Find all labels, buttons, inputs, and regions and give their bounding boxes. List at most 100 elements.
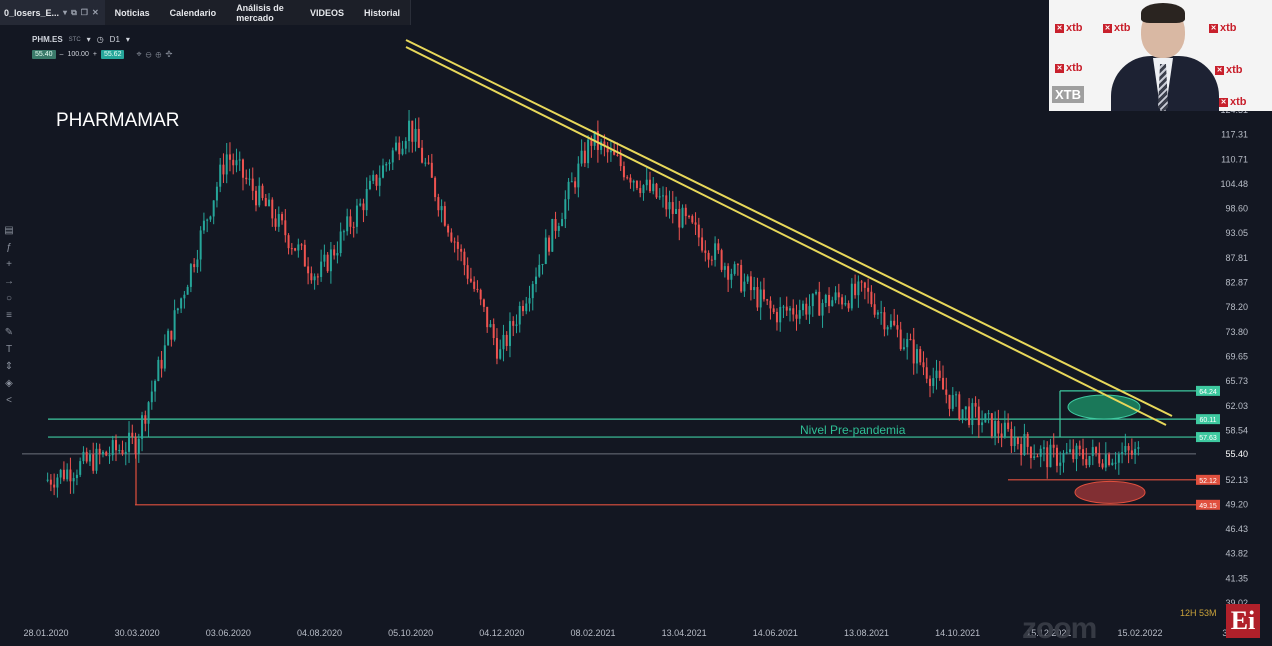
- candle-body: [847, 303, 850, 309]
- candle-body: [359, 203, 362, 206]
- candle-body: [821, 303, 824, 316]
- y-tick-label: 93.05: [1225, 228, 1248, 238]
- x-tick-label: 04.08.2020: [297, 628, 342, 638]
- candle-body: [759, 289, 762, 308]
- candle-body: [228, 154, 231, 160]
- candle-body: [1065, 452, 1068, 454]
- candle-body: [990, 413, 993, 437]
- candle-body: [854, 283, 857, 296]
- candle-body: [707, 252, 710, 260]
- candle-body: [815, 291, 818, 294]
- x-tick-label: 15.02.2022: [1117, 628, 1162, 638]
- candle-body: [857, 281, 860, 296]
- y-tick-label: 82.87: [1225, 278, 1248, 288]
- candle-body: [49, 479, 52, 485]
- candle-body: [173, 310, 176, 340]
- candle-body: [508, 321, 511, 346]
- candle-body: [1104, 454, 1107, 468]
- candle-body: [349, 216, 352, 227]
- candle-body: [294, 248, 297, 251]
- ei-logo: Ei: [1226, 604, 1260, 638]
- candle-body: [215, 186, 218, 201]
- candle-body: [417, 128, 420, 148]
- candle-body: [557, 226, 560, 231]
- candle-body: [101, 451, 104, 455]
- candle-body: [1039, 448, 1042, 457]
- candle-body: [128, 432, 131, 452]
- candle-body: [902, 347, 905, 350]
- candle-body: [525, 303, 528, 312]
- candle-body: [720, 250, 723, 270]
- candle-body: [424, 162, 427, 164]
- candle-body: [1000, 433, 1003, 438]
- candle-body: [352, 226, 355, 228]
- candle-body: [925, 367, 928, 379]
- y-tick-label: 117.31: [1221, 130, 1248, 140]
- candle-body: [225, 154, 228, 175]
- candle-body: [512, 321, 515, 326]
- candle-body: [336, 253, 339, 256]
- candle-body: [935, 370, 938, 379]
- candle-body: [297, 244, 300, 251]
- candle-body: [408, 120, 411, 142]
- candle-body: [548, 237, 551, 252]
- candle-body: [75, 474, 78, 479]
- candle-body: [46, 479, 49, 481]
- candle-body: [1055, 447, 1058, 466]
- candle-body: [492, 324, 495, 339]
- candle-body: [727, 266, 730, 280]
- candle-body: [802, 303, 805, 311]
- candle-body: [968, 406, 971, 425]
- candle-body: [82, 451, 85, 462]
- xtb-logo: ✕ xtb: [1103, 22, 1131, 34]
- candle-body: [245, 177, 248, 180]
- candle-body: [518, 305, 521, 325]
- presenter-hair: [1141, 3, 1185, 23]
- candle-body: [1046, 447, 1049, 468]
- candle-body: [316, 276, 319, 278]
- candle-body: [469, 278, 472, 282]
- xtb-logo: ✕ xtb: [1209, 22, 1237, 34]
- candle-body: [69, 469, 72, 482]
- candles-layer: [46, 110, 1140, 498]
- candle-body: [691, 216, 694, 223]
- candle-body: [662, 195, 665, 197]
- candle-body: [919, 349, 922, 363]
- candle-body: [867, 287, 870, 292]
- candle-body: [401, 148, 404, 155]
- candle-body: [72, 478, 75, 482]
- candle-body: [443, 206, 446, 226]
- candle-body: [749, 276, 752, 291]
- candle-body: [740, 265, 743, 292]
- candle-body: [453, 241, 456, 243]
- candle-body: [886, 327, 889, 330]
- candle-body: [427, 162, 430, 164]
- candle-body: [1020, 444, 1023, 456]
- candle-body: [714, 243, 717, 260]
- y-tick-label: 46.43: [1225, 524, 1248, 534]
- candle-body: [466, 265, 469, 279]
- candle-body: [987, 413, 990, 415]
- candle-body: [977, 406, 980, 426]
- candle-body: [538, 264, 541, 277]
- candle-body: [92, 454, 95, 471]
- support-zone-ellipse: [1074, 480, 1146, 504]
- candle-body: [769, 300, 772, 309]
- candle-body: [1026, 433, 1029, 447]
- candle-body: [193, 264, 196, 268]
- candle-body: [955, 394, 958, 396]
- candle-body: [313, 276, 316, 281]
- candle-body: [66, 469, 69, 480]
- candle-body: [671, 202, 674, 214]
- candle-body: [307, 266, 310, 274]
- candle-body: [375, 174, 378, 186]
- candle-body: [372, 174, 375, 181]
- xtb-logo: ✕ xtb: [1055, 22, 1083, 34]
- candle-body: [834, 292, 837, 301]
- candle-body: [665, 195, 668, 210]
- candle-body: [824, 294, 827, 304]
- candle-body: [876, 312, 879, 315]
- candle-body: [945, 389, 948, 395]
- zoom-watermark: zoom: [1022, 612, 1097, 645]
- candle-body: [736, 264, 739, 266]
